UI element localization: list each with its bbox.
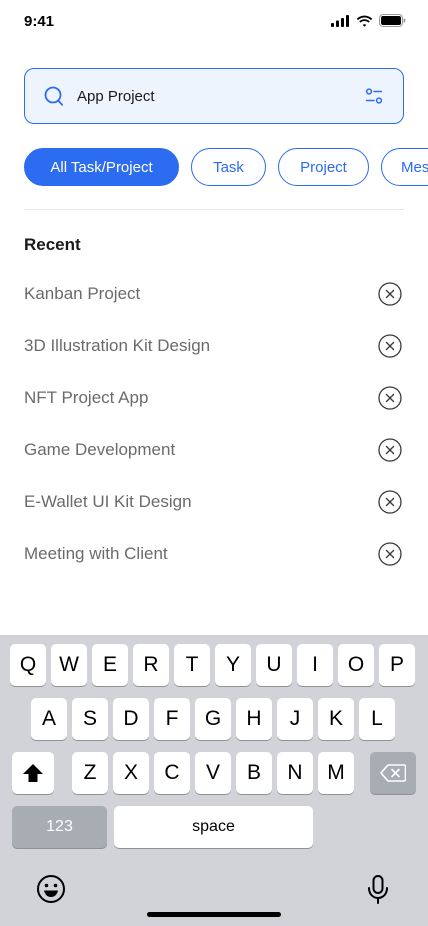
microphone-icon[interactable] bbox=[367, 875, 389, 905]
close-circle-icon[interactable] bbox=[378, 282, 402, 306]
key-c[interactable]: C bbox=[154, 752, 190, 794]
search-input[interactable] bbox=[77, 69, 347, 123]
chip-messages[interactable]: Mes bbox=[381, 148, 428, 186]
close-circle-icon[interactable] bbox=[378, 438, 402, 462]
key-y[interactable]: Y bbox=[215, 644, 251, 686]
search-box[interactable] bbox=[24, 68, 404, 124]
recent-item[interactable]: Meeting with Client bbox=[24, 539, 404, 569]
recent-item[interactable]: NFT Project App bbox=[24, 383, 404, 413]
status-icons bbox=[331, 14, 406, 27]
close-circle-icon[interactable] bbox=[378, 490, 402, 514]
recent-title: Recent bbox=[24, 235, 81, 254]
signal-icon bbox=[331, 14, 349, 27]
key-x[interactable]: X bbox=[113, 752, 149, 794]
home-indicator bbox=[147, 912, 281, 917]
key-o[interactable]: O bbox=[338, 644, 374, 686]
battery-icon bbox=[379, 14, 406, 27]
key-f[interactable]: F bbox=[154, 698, 190, 740]
recent-item[interactable]: 3D Illustration Kit Design bbox=[24, 331, 404, 361]
key-a[interactable]: A bbox=[31, 698, 67, 740]
chip-project[interactable]: Project bbox=[278, 148, 369, 186]
key-j[interactable]: J bbox=[277, 698, 313, 740]
space-key[interactable]: space bbox=[114, 806, 313, 848]
key-s[interactable]: S bbox=[72, 698, 108, 740]
chip-task[interactable]: Task bbox=[191, 148, 266, 186]
key-q[interactable]: Q bbox=[10, 644, 46, 686]
recent-item-label: E-Wallet UI Kit Design bbox=[24, 492, 192, 511]
recent-item[interactable]: E-Wallet UI Kit Design bbox=[24, 487, 404, 517]
recent-item-label: Meeting with Client bbox=[24, 544, 168, 563]
key-u[interactable]: U bbox=[256, 644, 292, 686]
close-circle-icon[interactable] bbox=[378, 542, 402, 566]
key-n[interactable]: N bbox=[277, 752, 313, 794]
key-h[interactable]: H bbox=[236, 698, 272, 740]
numbers-key[interactable]: 123 bbox=[12, 806, 107, 848]
divider bbox=[24, 209, 404, 210]
filter-icon[interactable] bbox=[365, 87, 383, 105]
key-m[interactable]: M bbox=[318, 752, 354, 794]
status-bar: 9:41 bbox=[0, 0, 428, 44]
key-k[interactable]: K bbox=[318, 698, 354, 740]
status-time: 9:41 bbox=[24, 13, 55, 30]
search-icon bbox=[44, 86, 64, 106]
wifi-icon bbox=[356, 15, 373, 27]
key-t[interactable]: T bbox=[174, 644, 210, 686]
key-l[interactable]: L bbox=[359, 698, 395, 740]
recent-item[interactable]: Game Development bbox=[24, 435, 404, 465]
recent-item-label: Kanban Project bbox=[24, 284, 141, 303]
filter-chips: All Task/Project Task Project Mes bbox=[24, 148, 428, 186]
recent-item-label: 3D Illustration Kit Design bbox=[24, 336, 211, 355]
backspace-icon bbox=[380, 764, 406, 782]
recent-item[interactable]: Kanban Project bbox=[24, 279, 404, 309]
close-circle-icon[interactable] bbox=[378, 334, 402, 358]
key-b[interactable]: B bbox=[236, 752, 272, 794]
recent-item-label: NFT Project App bbox=[24, 388, 149, 407]
key-w[interactable]: W bbox=[51, 644, 87, 686]
key-g[interactable]: G bbox=[195, 698, 231, 740]
recent-item-label: Game Development bbox=[24, 440, 176, 459]
close-circle-icon[interactable] bbox=[378, 386, 402, 410]
key-z[interactable]: Z bbox=[72, 752, 108, 794]
shift-icon bbox=[23, 764, 43, 782]
key-v[interactable]: V bbox=[195, 752, 231, 794]
delete-key[interactable] bbox=[370, 752, 416, 794]
key-i[interactable]: I bbox=[297, 644, 333, 686]
key-p[interactable]: P bbox=[379, 644, 415, 686]
keyboard: Q W E R T Y U I O P A S D F G H J K L Z … bbox=[0, 635, 428, 926]
chip-all-task-project[interactable]: All Task/Project bbox=[24, 148, 179, 186]
key-e[interactable]: E bbox=[92, 644, 128, 686]
key-r[interactable]: R bbox=[133, 644, 169, 686]
shift-key[interactable] bbox=[12, 752, 54, 794]
emoji-icon[interactable] bbox=[36, 874, 66, 904]
key-d[interactable]: D bbox=[113, 698, 149, 740]
